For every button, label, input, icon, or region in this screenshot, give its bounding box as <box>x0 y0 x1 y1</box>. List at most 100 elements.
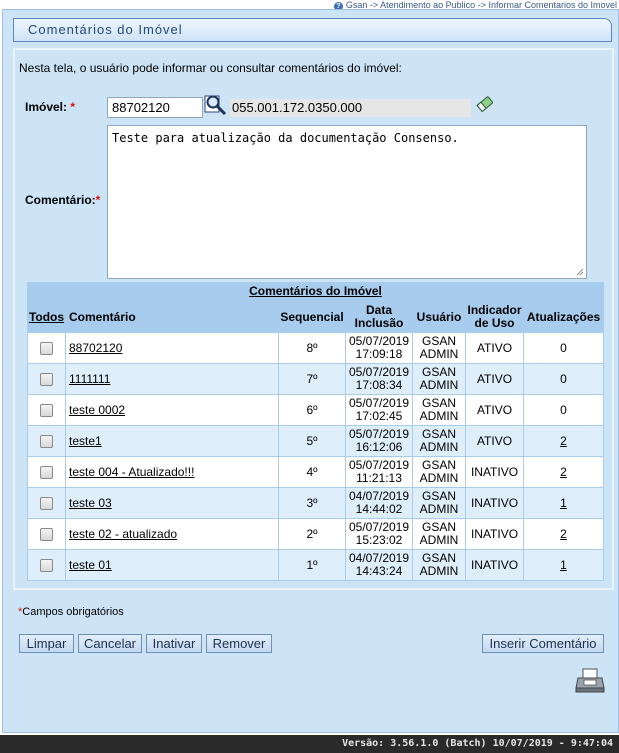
row-comentario-cell: teste 03 <box>66 488 278 518</box>
row-checkbox[interactable] <box>40 341 53 355</box>
row-sequencial: 1º <box>279 550 345 580</box>
row-data-inclusao: 05/07/2019 17:09:18 <box>346 333 412 363</box>
row-comentario-link[interactable]: teste 02 - atualizado <box>69 527 177 541</box>
required-note-text: Campos obrigatórios <box>22 606 124 618</box>
row-sequencial: 8º <box>279 333 345 363</box>
row-atualizacoes-cell: 2 <box>524 457 603 487</box>
comentario-label-text: Comentário: <box>25 193 96 207</box>
grid-caption: Comentários do Imóvel <box>27 282 604 301</box>
row-atualizacoes: 0 <box>560 340 567 355</box>
row-select-cell <box>28 519 65 549</box>
row-indicador: ATIVO <box>466 395 523 425</box>
row-user-line1: GSAN <box>421 334 456 348</box>
eraser-icon[interactable] <box>475 94 495 114</box>
page-title: Comentários do Imóvel <box>28 22 183 37</box>
limpar-button[interactable]: Limpar <box>19 634 74 653</box>
table-row: 1111111 7º 05/07/2019 17:08:34 GSAN ADMIN ATIV… <box>28 364 603 394</box>
comentario-textarea[interactable]: Teste para atualização da documentação C… <box>107 125 587 279</box>
row-checkbox[interactable] <box>40 527 53 541</box>
row-date: 05/07/2019 <box>348 334 410 348</box>
row-atualizacoes: 0 <box>560 402 567 417</box>
row-checkbox[interactable] <box>40 434 53 448</box>
row-comentario-link[interactable]: teste 004 - Atualizado!!! <box>69 465 194 479</box>
row-atualizacoes-link[interactable]: 2 <box>560 527 567 541</box>
row-sequencial: 2º <box>279 519 345 549</box>
row-atualizacoes: 0 <box>560 371 567 386</box>
row-user-line2: ADMIN <box>419 471 459 485</box>
header-sequencial: Sequencial <box>279 302 345 332</box>
todos-link[interactable]: Todos <box>29 310 64 324</box>
table-row: teste 02 - atualizado 2º 05/07/2019 15:23:0… <box>28 519 603 549</box>
row-date: 05/07/2019 <box>348 458 410 472</box>
row-select-cell <box>28 457 65 487</box>
printer-icon[interactable] <box>575 668 605 694</box>
intro-text: Nesta tela, o usuário pode informar ou c… <box>19 61 402 75</box>
row-usuario: GSAN ADMIN <box>413 426 465 456</box>
row-usuario: GSAN ADMIN <box>413 457 465 487</box>
header-data-line1: Data <box>365 303 392 317</box>
header-data-inclusao: Data Inclusão <box>346 302 412 332</box>
row-select-cell <box>28 364 65 394</box>
row-time: 17:08:34 <box>355 378 403 392</box>
row-date: 04/07/2019 <box>348 551 410 565</box>
row-data-inclusao: 04/07/2019 14:43:24 <box>346 550 412 580</box>
row-checkbox[interactable] <box>40 403 53 417</box>
table-row: teste 004 - Atualizado!!! 4º 05/07/2019 11:… <box>28 457 603 487</box>
row-comentario-cell: teste 004 - Atualizado!!! <box>66 457 278 487</box>
imovel-label: Imóvel: * <box>25 100 75 114</box>
row-user-line2: ADMIN <box>419 502 459 516</box>
row-atualizacoes-link[interactable]: 1 <box>560 558 567 572</box>
row-checkbox[interactable] <box>40 372 53 386</box>
remover-button[interactable]: Remover <box>206 634 272 653</box>
header-indicador: Indicador de Uso <box>466 302 523 332</box>
row-indicador: ATIVO <box>466 333 523 363</box>
cancelar-button[interactable]: Cancelar <box>78 634 142 653</box>
row-checkbox[interactable] <box>40 496 53 510</box>
row-user-line1: GSAN <box>421 365 456 379</box>
header-todos[interactable]: Todos <box>28 302 65 332</box>
row-usuario: GSAN ADMIN <box>413 333 465 363</box>
row-comentario-link[interactable]: 1111111 <box>69 372 110 386</box>
row-atualizacoes-cell: 2 <box>524 426 603 456</box>
row-usuario: GSAN ADMIN <box>413 550 465 580</box>
row-select-cell <box>28 426 65 456</box>
row-usuario: GSAN ADMIN <box>413 395 465 425</box>
inativar-button[interactable]: Inativar <box>146 634 202 653</box>
imovel-input[interactable]: 88702120 <box>107 97 203 118</box>
header-usuario: Usuário <box>413 302 465 332</box>
required-mark: * <box>95 193 101 207</box>
row-atualizacoes-cell: 0 <box>524 395 603 425</box>
row-comentario-link[interactable]: teste 03 <box>69 496 112 510</box>
resize-grip-icon[interactable] <box>576 268 584 276</box>
search-icon[interactable] <box>204 94 228 116</box>
imovel-label-text: Imóvel: <box>25 100 68 114</box>
page-title-bar: Comentários do Imóvel <box>13 18 612 42</box>
row-indicador: INATIVO <box>466 457 523 487</box>
row-comentario-link[interactable]: teste 0002 <box>69 403 125 417</box>
inserir-comentario-button[interactable]: Inserir Comentário <box>482 634 604 653</box>
row-comentario-link[interactable]: teste1 <box>69 434 102 448</box>
row-comentario-link[interactable]: 88702120 <box>69 341 122 355</box>
row-sequencial: 6º <box>279 395 345 425</box>
row-date: 05/07/2019 <box>348 365 410 379</box>
row-atualizacoes-cell: 2 <box>524 519 603 549</box>
row-atualizacoes-link[interactable]: 1 <box>560 496 567 510</box>
header-indicador-line1: Indicador <box>467 303 522 317</box>
row-atualizacoes-link[interactable]: 2 <box>560 465 567 479</box>
row-user-line2: ADMIN <box>419 564 459 578</box>
row-date: 05/07/2019 <box>348 520 410 534</box>
row-atualizacoes-cell: 0 <box>524 364 603 394</box>
row-comentario-cell: teste 0002 <box>66 395 278 425</box>
row-checkbox[interactable] <box>40 465 53 479</box>
row-checkbox[interactable] <box>40 558 53 572</box>
row-date: 05/07/2019 <box>348 396 410 410</box>
row-atualizacoes-link[interactable]: 2 <box>560 434 567 448</box>
row-comentario-link[interactable]: teste 01 <box>69 558 112 572</box>
row-time: 16:12:06 <box>355 440 403 454</box>
comments-table: Todos Comentário Sequencial Data Inclusão… <box>27 301 604 581</box>
row-select-cell <box>28 488 65 518</box>
table-row: teste1 5º 05/07/2019 16:12:06 GSAN ADMIN ATIVO… <box>28 426 603 456</box>
row-user-line1: GSAN <box>421 520 456 534</box>
row-data-inclusao: 05/07/2019 16:12:06 <box>346 426 412 456</box>
row-time: 17:02:45 <box>355 409 403 423</box>
